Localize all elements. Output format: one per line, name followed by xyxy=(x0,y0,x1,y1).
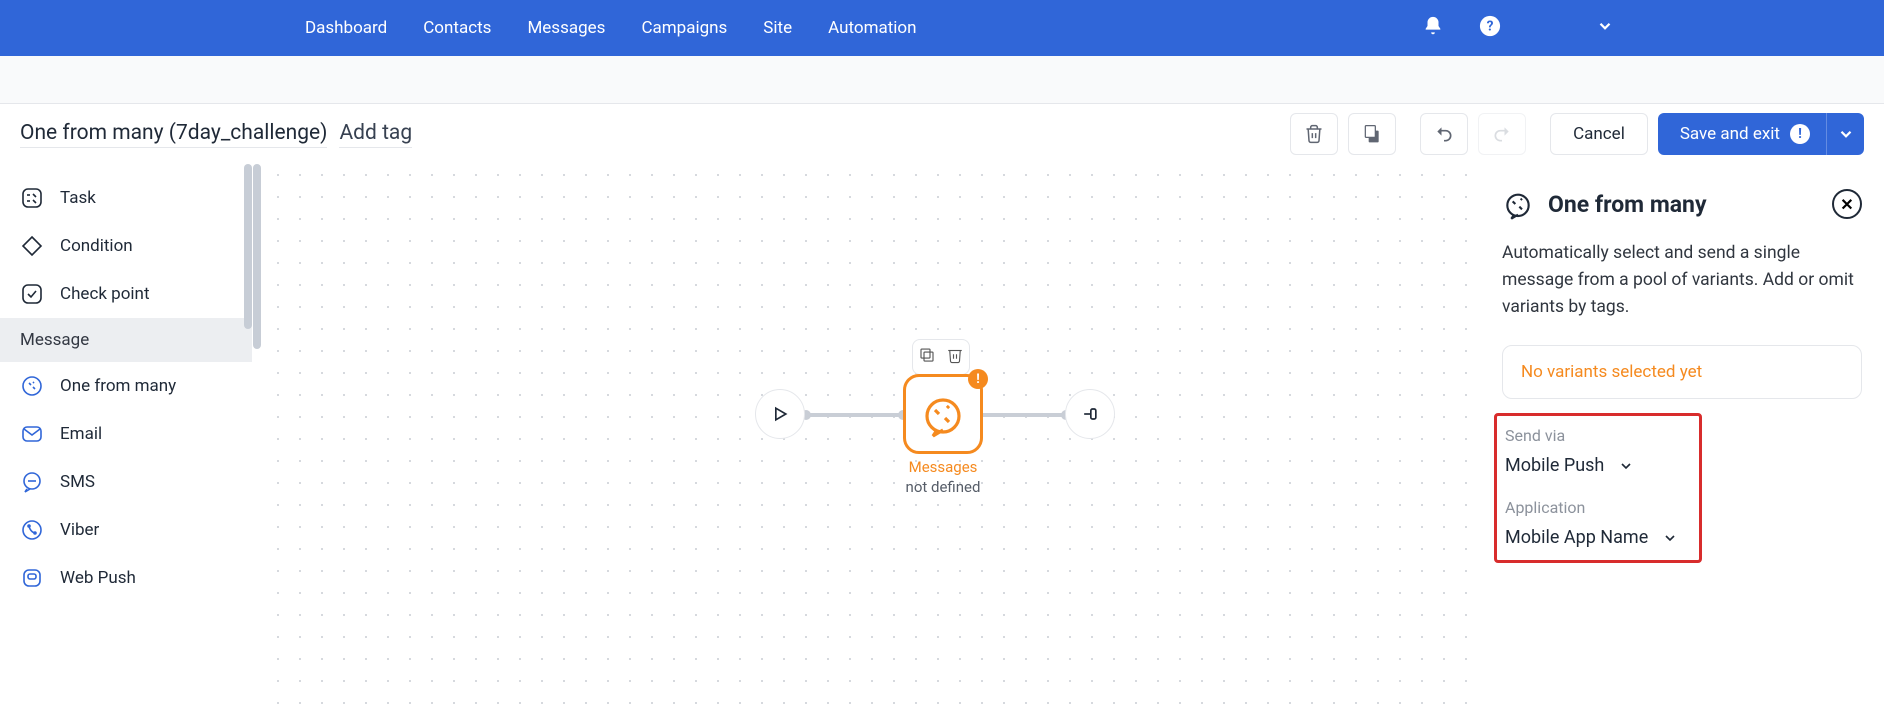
end-icon xyxy=(1080,404,1100,424)
panel-description: Automatically select and send a single m… xyxy=(1502,240,1862,321)
sidebar-item-viber[interactable]: Viber xyxy=(0,506,252,554)
add-tag-button[interactable]: Add tag xyxy=(339,121,412,148)
top-navbar: Dashboard Contacts Messages Campaigns Si… xyxy=(0,0,1884,56)
undo-button[interactable] xyxy=(1420,113,1468,155)
redo-icon xyxy=(1492,124,1512,144)
duplicate-icon xyxy=(918,346,936,364)
nav-links: Dashboard Contacts Messages Campaigns Si… xyxy=(305,18,917,38)
chevron-down-icon xyxy=(1662,530,1678,546)
send-via-dropdown[interactable]: Mobile Push xyxy=(1505,455,1691,476)
title-row: One from many (7day_challenge) Add tag C… xyxy=(0,104,1884,164)
start-node[interactable] xyxy=(755,389,805,439)
webpush-icon xyxy=(20,566,44,590)
one-from-many-icon xyxy=(20,374,44,398)
canvas-scrollbar[interactable] xyxy=(253,164,261,349)
sidebar-item-label: Viber xyxy=(60,520,99,540)
viber-icon xyxy=(20,518,44,542)
secondary-bar xyxy=(0,56,1884,104)
sidebar-item-label: Web Push xyxy=(60,568,136,588)
application-dropdown[interactable]: Mobile App Name xyxy=(1505,527,1691,548)
chevron-down-icon xyxy=(1618,458,1634,474)
nav-campaigns[interactable]: Campaigns xyxy=(641,18,727,38)
sidebar-item-webpush[interactable]: Web Push xyxy=(0,554,252,602)
panel-close-button[interactable]: ✕ xyxy=(1832,189,1862,219)
save-and-exit-label: Save and exit xyxy=(1680,124,1780,144)
undo-icon xyxy=(1434,124,1454,144)
node-caption-subtitle: not defined xyxy=(863,478,1023,496)
warning-badge-icon: ! xyxy=(968,369,988,389)
nav-automation[interactable]: Automation xyxy=(828,18,916,38)
close-icon: ✕ xyxy=(1840,195,1853,214)
condition-icon xyxy=(20,234,44,258)
sidebar-item-label: Task xyxy=(60,188,96,208)
sidebar-item-label: Check point xyxy=(60,284,150,304)
workflow-title[interactable]: One from many (7day_challenge) xyxy=(20,121,327,148)
delete-button[interactable] xyxy=(1290,113,1338,155)
node-toolbar xyxy=(912,339,970,375)
trash-icon xyxy=(1304,124,1324,144)
play-icon xyxy=(770,404,790,424)
user-menu-caret-icon[interactable] xyxy=(1596,17,1614,40)
nav-contacts[interactable]: Contacts xyxy=(423,18,491,38)
sidebar-scrollbar[interactable] xyxy=(244,164,252,329)
application-value: Mobile App Name xyxy=(1505,527,1648,548)
sidebar-item-label: SMS xyxy=(60,472,95,492)
delete-node-button[interactable] xyxy=(946,346,964,369)
sidebar-item-task[interactable]: Task xyxy=(0,174,252,222)
sidebar-item-label: One from many xyxy=(60,376,176,396)
sidebar: Task Condition Check point Message One f… xyxy=(0,164,252,716)
paste-icon xyxy=(1362,124,1382,144)
save-menu-caret[interactable] xyxy=(1826,113,1864,155)
main-area: Task Condition Check point Message One f… xyxy=(0,164,1884,716)
sidebar-item-condition[interactable]: Condition xyxy=(0,222,252,270)
workflow-canvas[interactable]: ! Messages not defined xyxy=(267,164,1474,716)
task-icon xyxy=(20,186,44,210)
sms-icon xyxy=(20,470,44,494)
trash-icon xyxy=(946,346,964,364)
nav-dashboard[interactable]: Dashboard xyxy=(305,18,387,38)
cancel-button[interactable]: Cancel xyxy=(1550,113,1648,155)
save-and-exit-button[interactable]: Save and exit ! xyxy=(1658,113,1832,155)
send-via-value: Mobile Push xyxy=(1505,455,1604,476)
checkpoint-icon xyxy=(20,282,44,306)
sidebar-section-message: Message xyxy=(0,318,252,362)
end-node[interactable] xyxy=(1065,389,1115,439)
node-caption-title: Messages xyxy=(863,458,1023,476)
bell-icon[interactable] xyxy=(1422,15,1444,42)
canvas-area[interactable]: ! Messages not defined xyxy=(252,164,1474,716)
email-icon xyxy=(20,422,44,446)
chevron-down-icon xyxy=(1837,125,1855,143)
node-caption: Messages not defined xyxy=(863,458,1023,496)
sidebar-heading-label: Message xyxy=(20,330,89,350)
duplicate-node-button[interactable] xyxy=(918,346,936,369)
svg-text:?: ? xyxy=(1487,18,1494,34)
no-variants-warning: No variants selected yet xyxy=(1502,345,1862,399)
sidebar-item-label: Email xyxy=(60,424,102,444)
send-via-label: Send via xyxy=(1505,426,1691,445)
nav-messages[interactable]: Messages xyxy=(527,18,605,38)
panel-title: One from many xyxy=(1548,191,1707,218)
one-from-many-icon xyxy=(1502,188,1534,220)
sidebar-item-email[interactable]: Email xyxy=(0,410,252,458)
nav-site[interactable]: Site xyxy=(763,18,792,38)
message-node[interactable]: ! xyxy=(903,374,983,454)
sidebar-item-checkpoint[interactable]: Check point xyxy=(0,270,252,318)
properties-panel: One from many ✕ Automatically select and… xyxy=(1474,164,1884,716)
sidebar-item-one-from-many[interactable]: One from many xyxy=(0,362,252,410)
one-from-many-icon xyxy=(919,390,967,438)
save-warning-icon: ! xyxy=(1790,124,1810,144)
sidebar-item-sms[interactable]: SMS xyxy=(0,458,252,506)
help-icon[interactable]: ? xyxy=(1479,15,1501,42)
sidebar-item-label: Condition xyxy=(60,236,133,256)
application-label: Application xyxy=(1505,498,1691,517)
highlighted-settings: Send via Mobile Push Application Mobile … xyxy=(1494,413,1702,563)
redo-button[interactable] xyxy=(1478,113,1526,155)
copy-paste-button[interactable] xyxy=(1348,113,1396,155)
